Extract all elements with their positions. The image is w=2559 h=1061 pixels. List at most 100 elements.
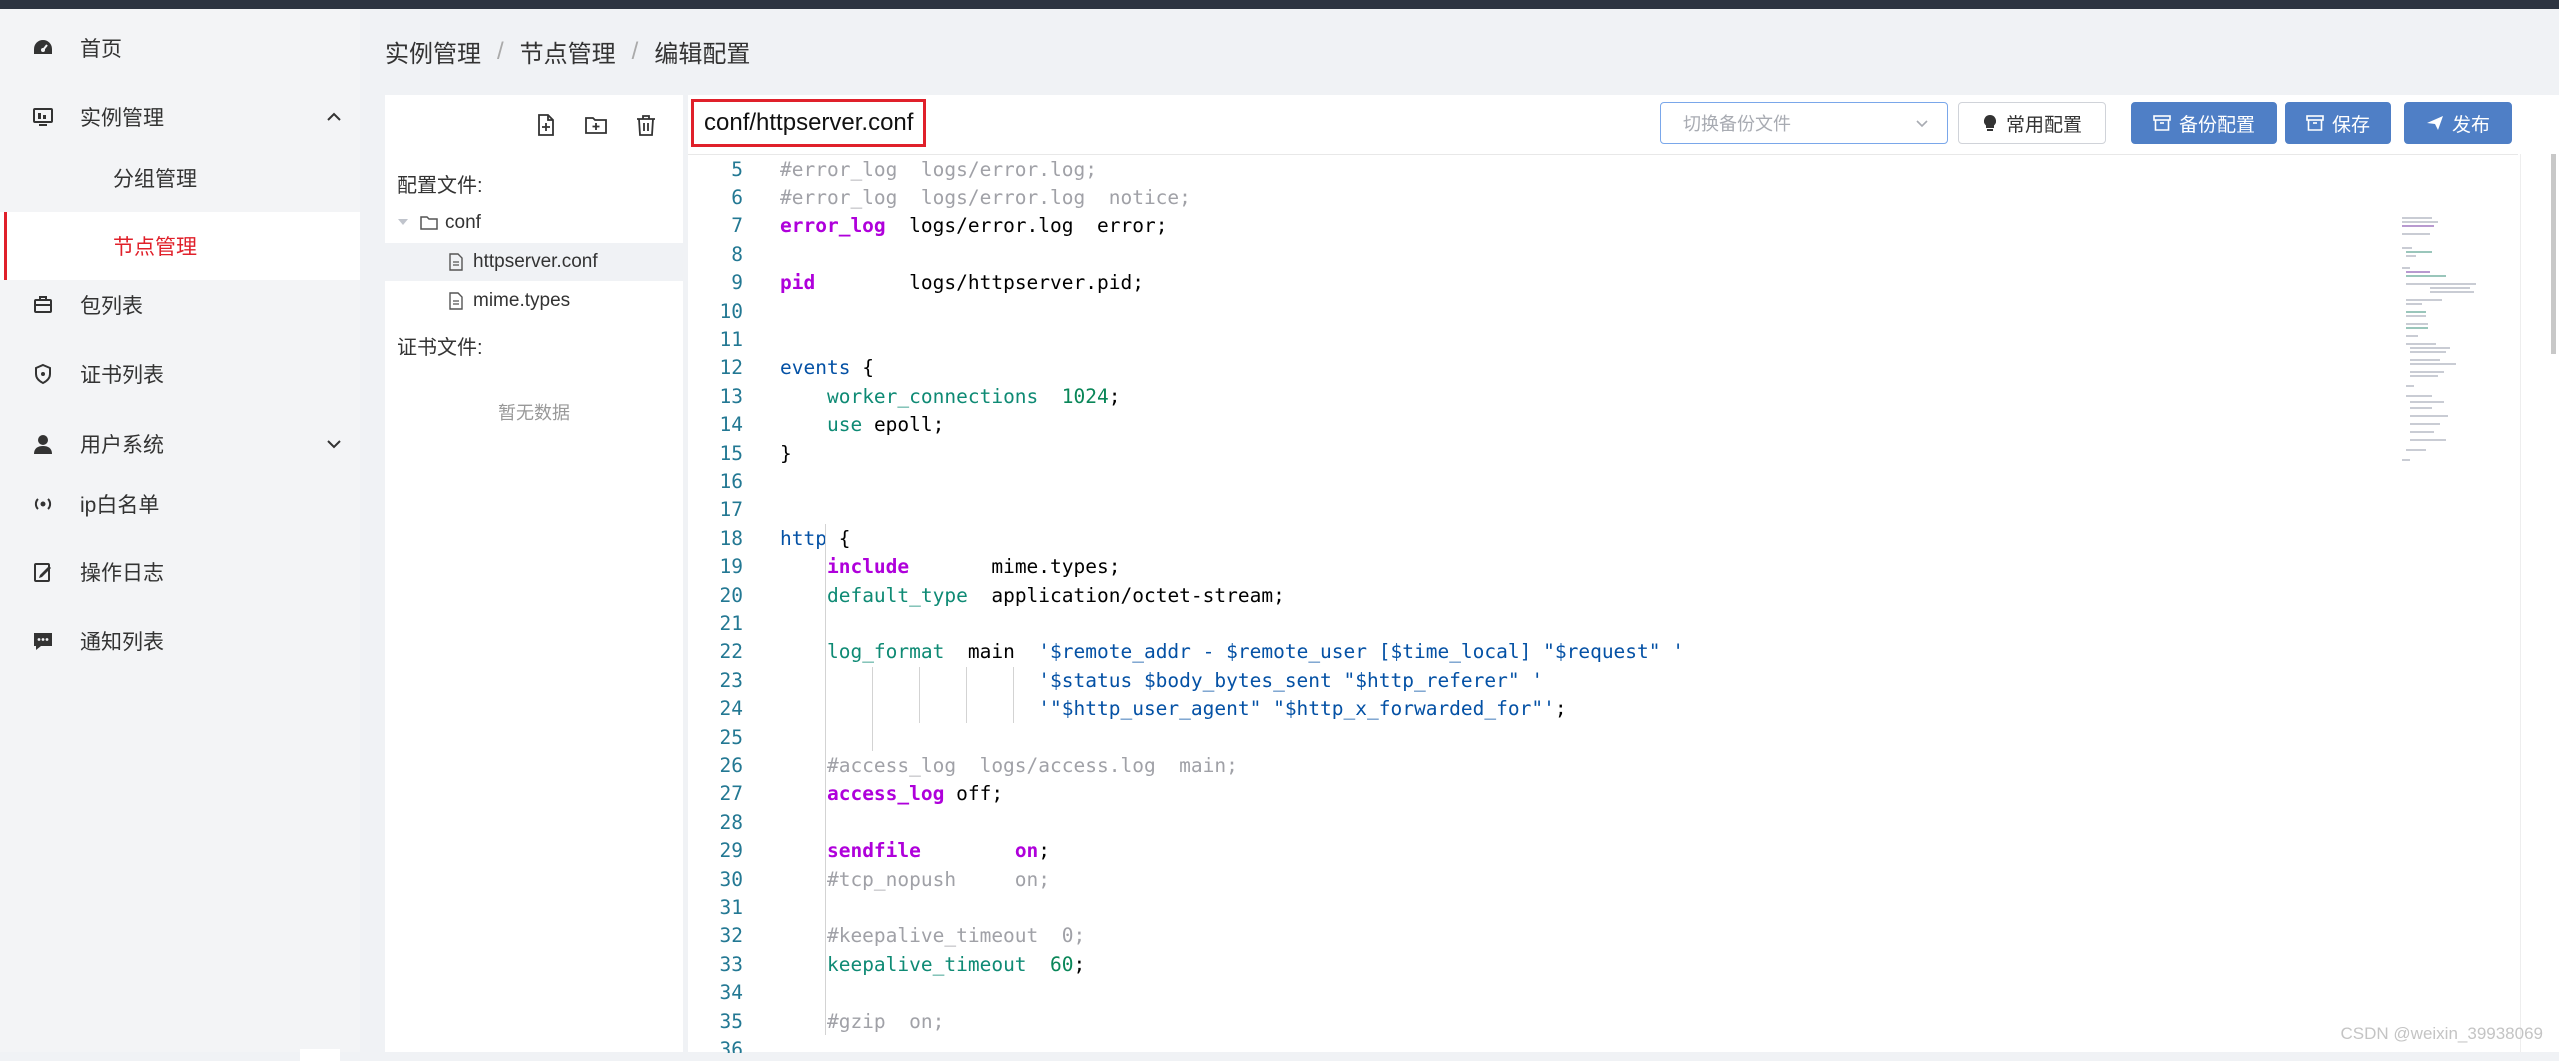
sidebar-item-package-list[interactable]: 包列表: [0, 272, 360, 338]
empty-state-text: 暂无数据: [498, 403, 570, 423]
breadcrumb-current: 编辑配置: [654, 41, 751, 68]
tree-file-mime-types[interactable]: mime.types: [385, 282, 683, 320]
chevron-down-icon: [1916, 120, 1928, 128]
line-number: 33: [719, 952, 743, 976]
line-number: 32: [719, 924, 743, 948]
tree-file-httpserver-conf[interactable]: httpserver.conf: [385, 243, 683, 281]
sidebar-item-label: 操作日志: [80, 562, 164, 585]
line-number: 21: [719, 612, 743, 636]
sidebar-item-label: 分组管理: [113, 168, 197, 191]
line-number: 20: [719, 583, 743, 607]
trash-icon: [637, 115, 655, 136]
dashboard-icon: [30, 35, 56, 61]
sidebar-item-group-management[interactable]: 分组管理: [0, 144, 360, 212]
code-line: 11: [688, 325, 2188, 353]
line-text: http {: [780, 526, 851, 550]
code-line: 34: [688, 979, 2188, 1007]
code-line: 32 #keepalive_timeout 0;: [688, 922, 2188, 950]
delete-button[interactable]: [630, 109, 662, 141]
user-icon: [30, 431, 56, 457]
line-text: default_type application/octet-stream;: [826, 583, 1285, 607]
code-line: 10: [688, 297, 2188, 325]
sidebar-item-label: 首页: [80, 38, 122, 61]
tree-folder-conf[interactable]: conf: [385, 204, 683, 242]
line-text: #access_log logs/access.log main;: [780, 754, 1238, 778]
sidebar-item-ip-whitelist[interactable]: ip白名单: [0, 471, 360, 537]
code-line: 30 #tcp_nopush on;: [688, 865, 2188, 893]
sidebar-item-label: 用户系统: [80, 434, 164, 457]
sidebar-item-label: 节点管理: [113, 236, 197, 259]
code-minimap[interactable]: [2400, 215, 2510, 475]
backup-config-button[interactable]: 备份配置: [2131, 102, 2277, 144]
file-add-icon: [538, 114, 554, 136]
backup-select-placeholder: 切换备份文件: [1683, 114, 1791, 134]
code-line: 31: [688, 893, 2188, 921]
sidebar-item-home[interactable]: 首页: [0, 15, 360, 81]
line-text: '"$http_user_agent" "$http_x_forwarded_f…: [1038, 697, 1567, 721]
line-number: 12: [719, 356, 743, 380]
folder-icon: [420, 213, 440, 233]
code-line: 8: [688, 240, 2188, 268]
line-text: #error_log logs/error.log;: [780, 157, 1097, 181]
new-file-button[interactable]: [530, 109, 562, 141]
sidebar-item-node-management[interactable]: 节点管理: [0, 212, 360, 280]
common-config-button[interactable]: 常用配置: [1958, 102, 2106, 144]
scrollbar-thumb[interactable]: [2551, 154, 2556, 354]
code-line: 13 worker_connections 1024;: [688, 382, 2188, 410]
line-number: 15: [719, 441, 743, 465]
archive-icon: [2153, 115, 2171, 131]
bulb-icon: [1983, 114, 1997, 131]
file-actions: [530, 109, 662, 141]
backup-file-select[interactable]: 切换备份文件: [1660, 102, 1948, 144]
package-icon: [30, 292, 56, 318]
sidebar-item-operation-log[interactable]: 操作日志: [0, 539, 360, 605]
line-number: 28: [719, 810, 743, 834]
sidebar-item-notification-list[interactable]: 通知列表: [0, 608, 360, 674]
code-line: 14 use epoll;: [688, 411, 2188, 439]
publish-button[interactable]: 发布: [2404, 102, 2512, 144]
config-files-label: 配置文件:: [397, 175, 483, 197]
current-filename: conf/httpserver.conf: [691, 99, 927, 147]
sidebar-item-cert-list[interactable]: 证书列表: [0, 341, 360, 407]
line-number: 16: [719, 470, 743, 494]
line-text: sendfile on;: [826, 839, 1051, 863]
breadcrumb-item[interactable]: 节点管理: [520, 34, 616, 69]
line-number: 7: [731, 214, 743, 238]
code-line: 24 '"$http_user_agent" "$http_x_forwarde…: [688, 695, 2188, 723]
save-button[interactable]: 保存: [2285, 102, 2391, 144]
line-number: 9: [731, 271, 743, 295]
line-text: use epoll;: [826, 413, 945, 437]
line-number: 11: [719, 328, 743, 352]
line-number: 19: [719, 555, 743, 579]
code-line: 35 #gzip on;: [688, 1007, 2188, 1035]
line-text: #gzip on;: [780, 1009, 945, 1033]
sidebar-footer-handle: [300, 1049, 340, 1061]
line-number: 13: [719, 384, 743, 408]
line-number: 17: [719, 498, 743, 522]
caret-down-icon: [397, 212, 409, 234]
breadcrumb: 实例管理 / 节点管理 / 编辑配置: [385, 34, 750, 69]
line-text: #error_log logs/error.log notice;: [780, 186, 1191, 210]
editor-panel: conf/httpserver.conf 切换备份文件 常用配置 备份配置 保存…: [688, 95, 2559, 1053]
editor-scrollbar[interactable]: [2520, 154, 2559, 1052]
chevron-up-icon: [327, 112, 341, 121]
code-editor[interactable]: 5 #error_log logs/error.log; 6 #error_log l…: [688, 154, 2518, 1053]
breadcrumb-item[interactable]: 实例管理: [385, 34, 481, 69]
sidebar-item-user-system[interactable]: 用户系统: [0, 411, 360, 477]
new-folder-button[interactable]: [580, 109, 612, 141]
backup-config-label: 备份配置: [2178, 114, 2255, 136]
code-line: 19 include mime.types;: [688, 553, 2188, 581]
code-line: 9 pid logs/httpserver.pid;: [688, 269, 2188, 297]
file-icon: [448, 252, 468, 272]
line-number: 8: [731, 242, 743, 266]
edit-log-icon: [30, 559, 56, 585]
code-line: 25: [688, 723, 2188, 751]
line-number: 30: [719, 867, 743, 891]
sidebar-item-label: 实例管理: [80, 107, 164, 130]
line-number: 27: [719, 782, 743, 806]
line-text: log_format main '$remote_addr - $remote_…: [826, 640, 1684, 664]
line-number: 35: [719, 1009, 743, 1033]
cert-files-label: 证书文件:: [397, 337, 483, 359]
sidebar-item-instance-management[interactable]: 实例管理: [0, 84, 360, 150]
line-text: events {: [780, 356, 874, 380]
